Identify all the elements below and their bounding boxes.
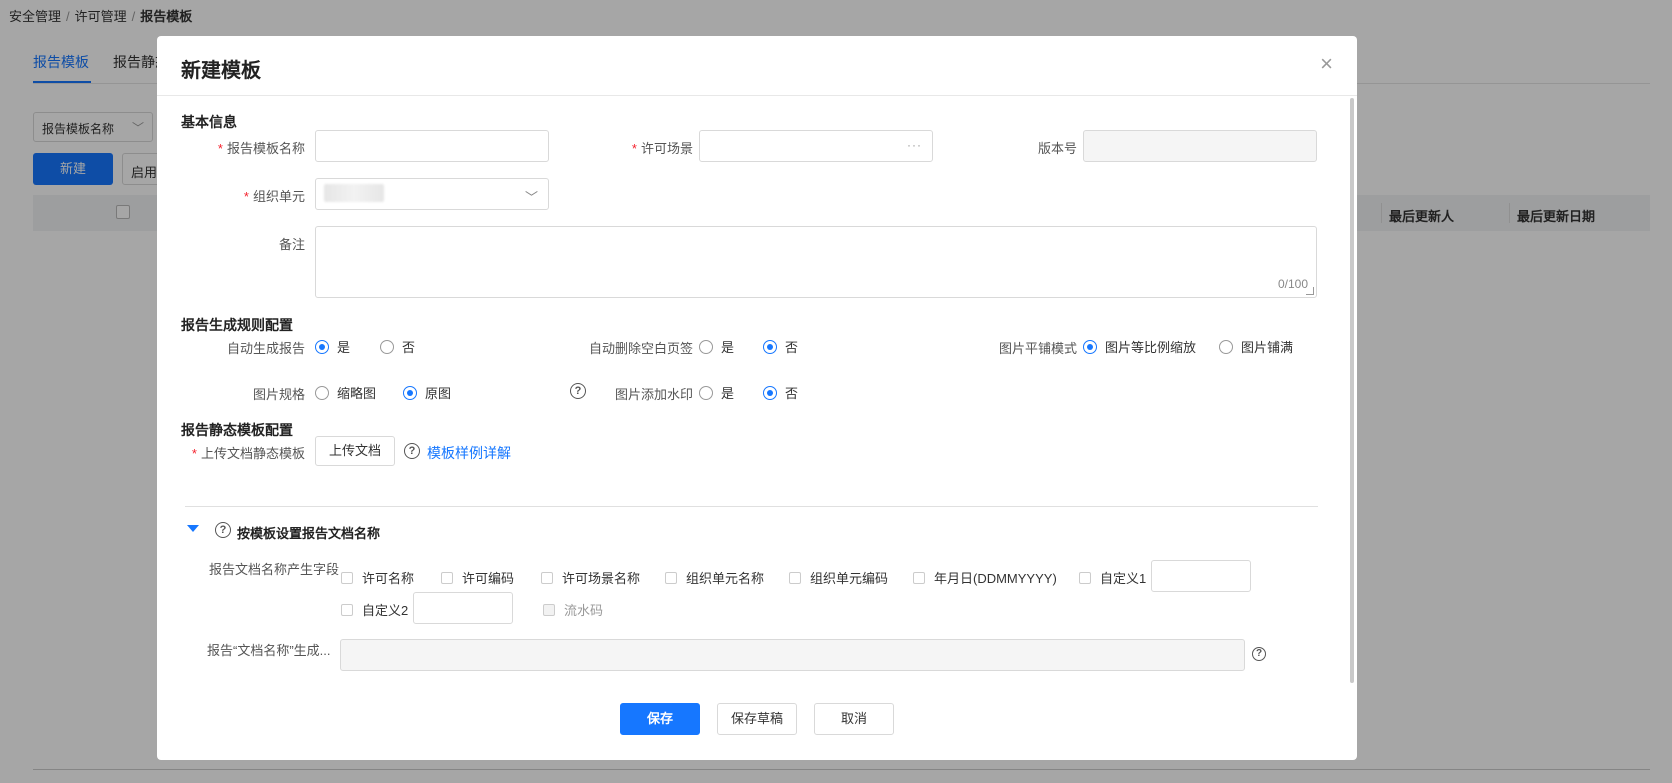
caret-down-icon[interactable]	[187, 525, 199, 532]
doc-name-result-label: 报告“文档名称”生成...	[207, 643, 331, 658]
image-mode-label: 图片平铺模式	[998, 341, 1077, 356]
auto-generate-label: 自动生成报告	[226, 341, 305, 356]
section-doc-name: 按模板设置报告文档名称	[237, 526, 381, 541]
field-checkbox-serial: 流水码	[543, 600, 603, 619]
org-unit-select[interactable]: ﹀	[315, 178, 549, 210]
upload-label: * 上传文档静态模板	[191, 446, 305, 461]
image-mode-fill-radio[interactable]: 图片铺满	[1219, 337, 1293, 356]
section-basic-info: 基本信息	[181, 114, 237, 130]
watermark-no-radio[interactable]: 否	[763, 383, 798, 402]
field-checkbox-custom1[interactable]: 自定义1	[1079, 568, 1146, 587]
auto-generate-yes-radio[interactable]: 是	[315, 337, 350, 356]
field-checkbox-org-name[interactable]: 组织单元名称	[665, 568, 764, 587]
custom1-input[interactable]	[1151, 560, 1251, 592]
redacted-value	[324, 184, 384, 202]
save-draft-button[interactable]: 保存草稿	[717, 703, 797, 735]
chevron-down-icon: ﹀	[524, 190, 538, 205]
auto-delete-no-radio[interactable]: 否	[763, 337, 798, 356]
version-label: 版本号	[1037, 141, 1077, 156]
dialog-header: 新建模板 ×	[157, 36, 1357, 96]
field-checkbox-org-code[interactable]: 组织单元编码	[789, 568, 888, 587]
image-spec-original-radio[interactable]: 原图	[403, 383, 451, 402]
close-icon[interactable]: ×	[1320, 53, 1333, 75]
resize-handle-icon[interactable]	[1306, 287, 1314, 295]
save-button[interactable]: 保存	[620, 703, 700, 735]
custom2-input[interactable]	[413, 592, 513, 624]
template-name-input[interactable]	[315, 130, 549, 162]
char-counter: 0/100	[1277, 277, 1308, 291]
more-icon[interactable]: ···	[907, 138, 922, 152]
doc-name-result-input	[340, 639, 1245, 671]
watermark-label: 图片添加水印	[614, 387, 693, 402]
field-checkbox-license-name[interactable]: 许可名称	[341, 568, 414, 587]
field-checkbox-license-code[interactable]: 许可编码	[441, 568, 514, 587]
image-spec-label: 图片规格	[252, 387, 305, 402]
version-input	[1083, 130, 1317, 162]
field-checkbox-scene-name[interactable]: 许可场景名称	[541, 568, 640, 587]
cancel-button[interactable]: 取消	[814, 703, 894, 735]
template-sample-link[interactable]: 模板样例详解	[427, 443, 511, 463]
remark-label: 备注	[278, 237, 305, 252]
divider	[185, 506, 1318, 507]
auto-delete-yes-radio[interactable]: 是	[699, 337, 734, 356]
help-icon[interactable]: ?	[1252, 647, 1266, 661]
section-static-template: 报告静态模板配置	[181, 422, 293, 438]
upload-document-button[interactable]: 上传文档	[315, 436, 395, 466]
field-checkbox-custom2[interactable]: 自定义2	[341, 600, 408, 619]
image-mode-scale-radio[interactable]: 图片等比例缩放	[1083, 337, 1196, 356]
scene-input[interactable]: ···	[699, 130, 933, 162]
dialog-title: 新建模板	[181, 60, 261, 82]
template-name-label: * 报告模板名称	[217, 141, 305, 156]
help-icon[interactable]: ?	[404, 443, 420, 459]
scrollbar-thumb[interactable]	[1350, 98, 1354, 683]
auto-delete-label: 自动删除空白页签	[588, 341, 693, 356]
watermark-yes-radio[interactable]: 是	[699, 383, 734, 402]
image-spec-thumb-radio[interactable]: 缩略图	[315, 383, 376, 402]
remark-textarea[interactable]: 0/100	[315, 226, 1317, 298]
section-rules: 报告生成规则配置	[181, 317, 293, 333]
new-template-dialog: 新建模板 × 基本信息 * 报告模板名称 * 许可场景 ··· 版本号 * 组织单元 …	[157, 36, 1357, 760]
field-checkbox-date[interactable]: 年月日(DDMMYYYY)	[913, 568, 1057, 587]
org-unit-label: * 组织单元	[243, 189, 305, 204]
auto-generate-no-radio[interactable]: 否	[380, 337, 415, 356]
doc-name-fields-label: 报告文档名称产生字段	[209, 562, 340, 577]
help-icon[interactable]: ?	[215, 522, 231, 538]
scene-label: * 许可场景	[631, 141, 693, 156]
